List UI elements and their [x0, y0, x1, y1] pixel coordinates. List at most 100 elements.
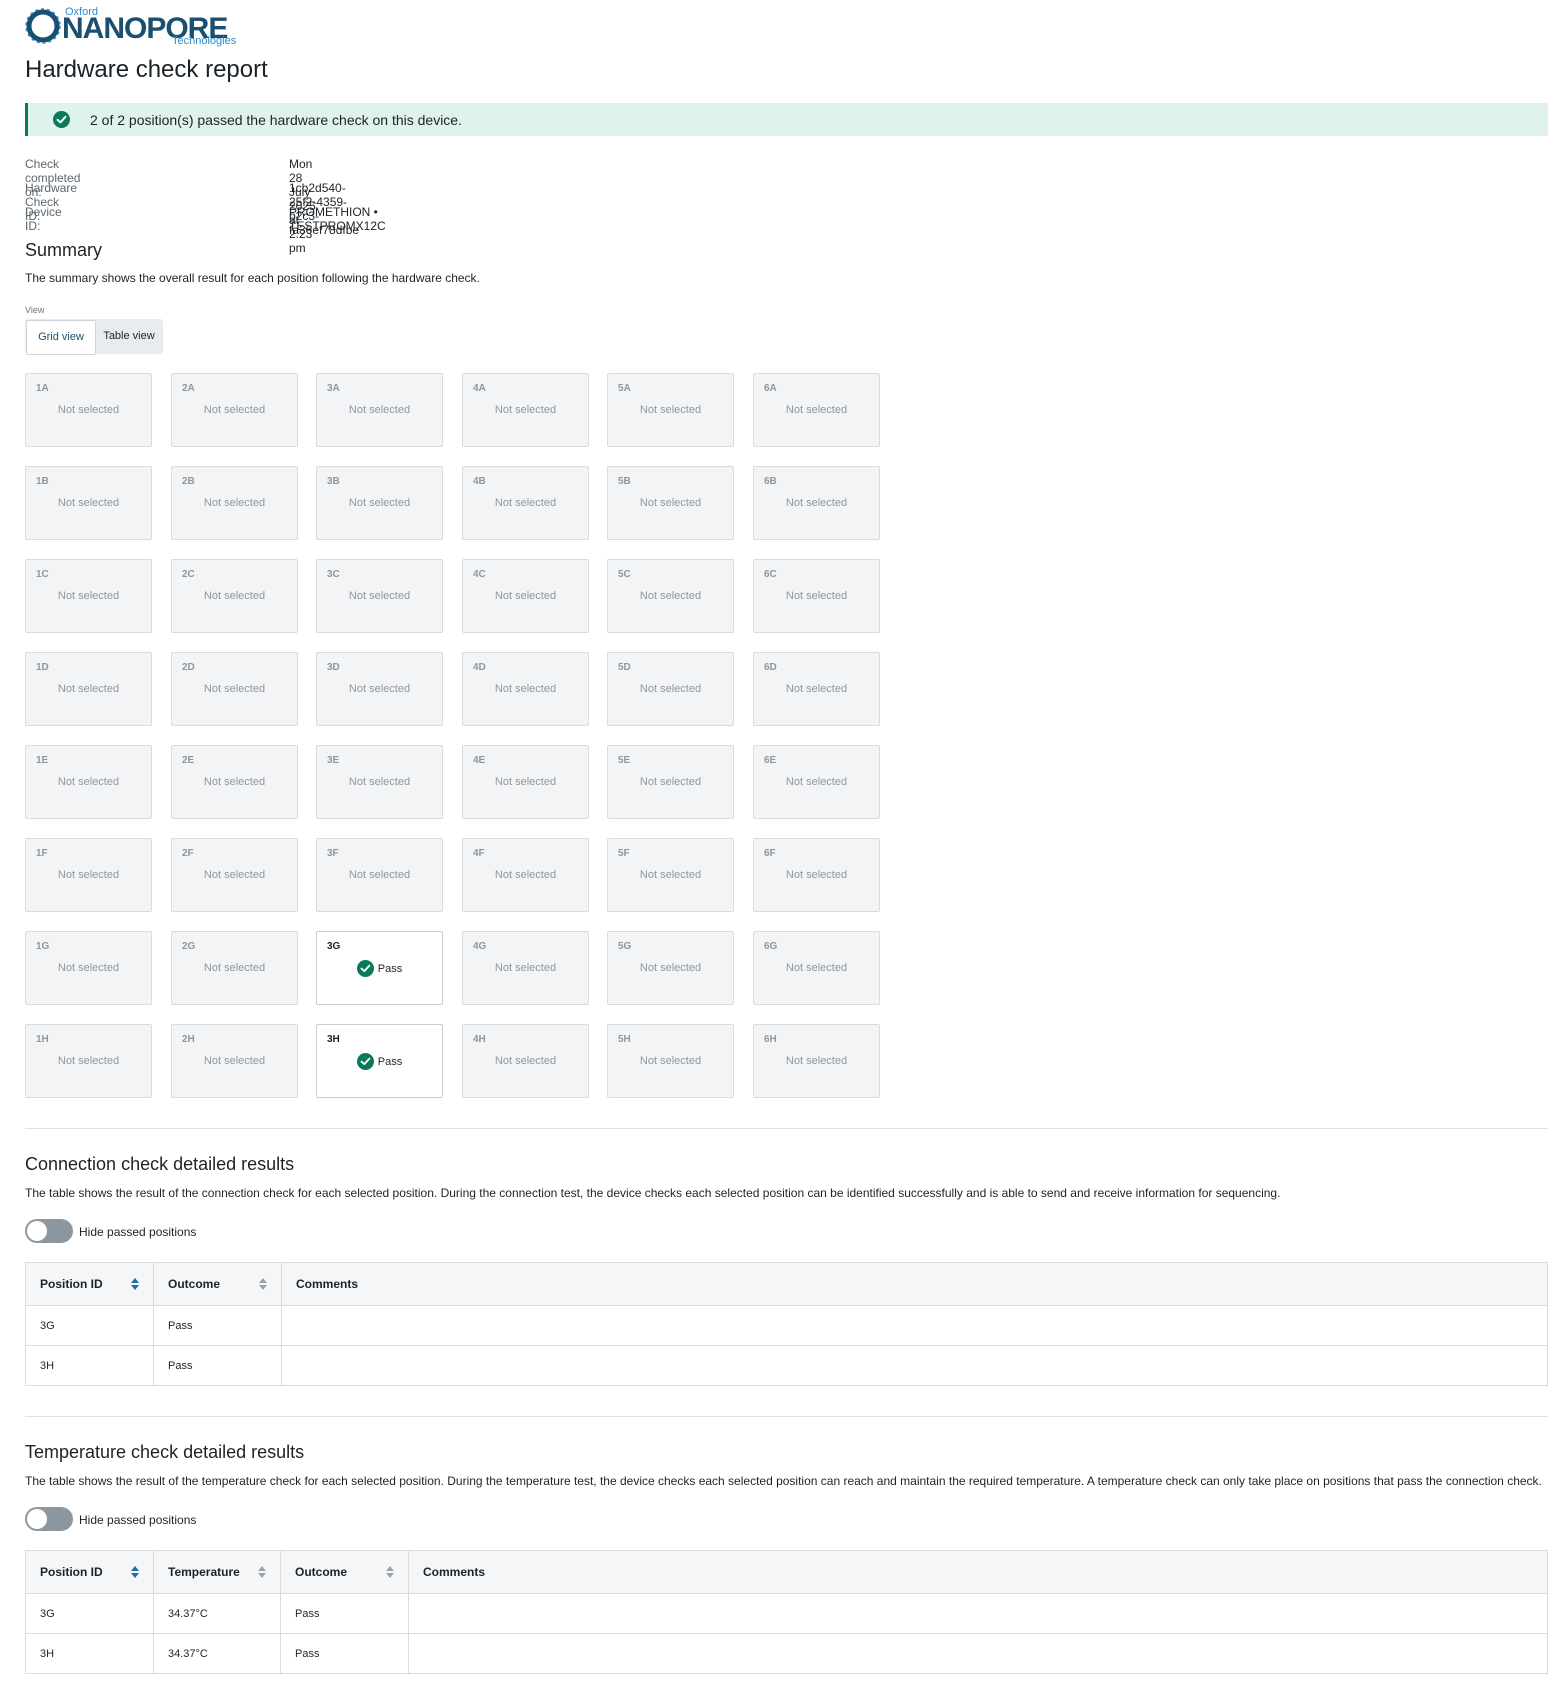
position-cell-2g[interactable]: 2G Not selected	[171, 931, 298, 1005]
position-cell-4g[interactable]: 4G Not selected	[462, 931, 589, 1005]
table-view-button[interactable]: Table view	[97, 319, 161, 354]
position-cell-4h[interactable]: 4H Not selected	[462, 1024, 589, 1098]
header-label: Position ID	[40, 1277, 103, 1291]
position-cell-2d[interactable]: 2D Not selected	[171, 652, 298, 726]
check-circle-icon	[356, 1053, 374, 1070]
position-cell-6a[interactable]: 6A Not selected	[753, 373, 880, 447]
temperature-description: The table shows the result of the temper…	[25, 1474, 1542, 1488]
position-cell-2e[interactable]: 2E Not selected	[171, 745, 298, 819]
position-cell-4e[interactable]: 4E Not selected	[462, 745, 589, 819]
column-header-outcome[interactable]: Outcome	[280, 1550, 409, 1594]
position-cell-1h[interactable]: 1H Not selected	[25, 1024, 152, 1098]
position-cell-2f[interactable]: 2F Not selected	[171, 838, 298, 912]
position-cell-1b[interactable]: 1B Not selected	[25, 466, 152, 540]
status-label: Not selected	[639, 869, 702, 881]
cell-temperature: 34.37°C	[153, 1593, 281, 1634]
position-cell-5h[interactable]: 5H Not selected	[607, 1024, 734, 1098]
position-cell-3g[interactable]: 3G Pass	[316, 931, 443, 1005]
status-label: Not selected	[348, 869, 411, 881]
sort-icon[interactable]	[259, 1278, 267, 1290]
position-cell-6d[interactable]: 6D Not selected	[753, 652, 880, 726]
position-cell-6c[interactable]: 6C Not selected	[753, 559, 880, 633]
position-cell-3c[interactable]: 3C Not selected	[316, 559, 443, 633]
position-cell-3e[interactable]: 3E Not selected	[316, 745, 443, 819]
position-id-label: 2H	[182, 1034, 195, 1045]
sort-icon[interactable]	[131, 1278, 139, 1290]
position-id-label: 1B	[36, 476, 49, 487]
grid-view-button[interactable]: Grid view	[26, 320, 96, 355]
position-cell-4a[interactable]: 4A Not selected	[462, 373, 589, 447]
hide-passed-label: Hide passed positions	[79, 1513, 197, 1527]
logo-technologies-text: Technologies	[172, 35, 237, 47]
position-cell-6h[interactable]: 6H Not selected	[753, 1024, 880, 1098]
table-row: 3G 34.37°C Pass	[25, 1593, 1548, 1634]
position-cell-5b[interactable]: 5B Not selected	[607, 466, 734, 540]
position-cell-1a[interactable]: 1A Not selected	[25, 373, 152, 447]
position-cell-1d[interactable]: 1D Not selected	[25, 652, 152, 726]
position-cell-3d[interactable]: 3D Not selected	[316, 652, 443, 726]
position-cell-3h[interactable]: 3H Pass	[316, 1024, 443, 1098]
position-cell-5a[interactable]: 5A Not selected	[607, 373, 734, 447]
position-cell-2c[interactable]: 2C Not selected	[171, 559, 298, 633]
hide-passed-toggle[interactable]	[25, 1507, 73, 1531]
sort-icon[interactable]	[258, 1566, 266, 1578]
position-cell-1f[interactable]: 1F Not selected	[25, 838, 152, 912]
position-cell-6e[interactable]: 6E Not selected	[753, 745, 880, 819]
sort-icon[interactable]	[131, 1566, 139, 1578]
position-cell-1g[interactable]: 1G Not selected	[25, 931, 152, 1005]
status-label: Not selected	[639, 683, 702, 695]
position-id-label: 1F	[36, 848, 48, 859]
toggle-knob	[27, 1221, 47, 1241]
column-header-position-id[interactable]: Position ID	[25, 1550, 154, 1594]
position-cell-4c[interactable]: 4C Not selected	[462, 559, 589, 633]
position-cell-6g[interactable]: 6G Not selected	[753, 931, 880, 1005]
column-header-temperature[interactable]: Temperature	[153, 1550, 281, 1594]
status-label: Not selected	[57, 1055, 120, 1067]
position-id-label: 4B	[473, 476, 486, 487]
position-cell-3a[interactable]: 3A Not selected	[316, 373, 443, 447]
position-cell-3b[interactable]: 3B Not selected	[316, 466, 443, 540]
column-header-comments: Comments	[408, 1550, 1548, 1594]
status-label: Not selected	[203, 590, 266, 602]
meta-value: PROMETHION • TESTPROMX12C	[289, 205, 386, 233]
position-cell-1e[interactable]: 1E Not selected	[25, 745, 152, 819]
position-cell-6f[interactable]: 6F Not selected	[753, 838, 880, 912]
banner-text: 2 of 2 position(s) passed the hardware c…	[90, 112, 462, 128]
cell-position-id: 3G	[25, 1593, 154, 1634]
status-label: Pass	[377, 962, 403, 975]
position-cell-4d[interactable]: 4D Not selected	[462, 652, 589, 726]
header-label: Position ID	[40, 1565, 103, 1579]
status-label: Not selected	[639, 1055, 702, 1067]
status-label: Not selected	[57, 869, 120, 881]
position-cell-5c[interactable]: 5C Not selected	[607, 559, 734, 633]
sort-icon[interactable]	[386, 1566, 394, 1578]
position-cell-5e[interactable]: 5E Not selected	[607, 745, 734, 819]
column-header-outcome[interactable]: Outcome	[153, 1262, 282, 1306]
cell-comments	[408, 1593, 1548, 1634]
position-cell-5d[interactable]: 5D Not selected	[607, 652, 734, 726]
position-cell-3f[interactable]: 3F Not selected	[316, 838, 443, 912]
status-label: Not selected	[57, 497, 120, 509]
position-cell-4b[interactable]: 4B Not selected	[462, 466, 589, 540]
position-id-label: 6C	[764, 569, 777, 580]
cell-outcome: Pass	[153, 1345, 282, 1386]
position-cell-2a[interactable]: 2A Not selected	[171, 373, 298, 447]
column-header-position-id[interactable]: Position ID	[25, 1262, 154, 1306]
cell-comments	[408, 1633, 1548, 1674]
position-cell-6b[interactable]: 6B Not selected	[753, 466, 880, 540]
hide-passed-toggle[interactable]	[25, 1219, 73, 1243]
position-id-label: 6D	[764, 662, 777, 673]
position-cell-2h[interactable]: 2H Not selected	[171, 1024, 298, 1098]
position-cell-4f[interactable]: 4F Not selected	[462, 838, 589, 912]
position-cell-5g[interactable]: 5G Not selected	[607, 931, 734, 1005]
column-header-comments: Comments	[281, 1262, 1548, 1306]
position-id-label: 2B	[182, 476, 195, 487]
status-label: Not selected	[639, 776, 702, 788]
check-circle-icon	[356, 960, 374, 977]
status-label: Not selected	[203, 683, 266, 695]
position-cell-1c[interactable]: 1C Not selected	[25, 559, 152, 633]
position-cell-5f[interactable]: 5F Not selected	[607, 838, 734, 912]
position-id-label: 4E	[473, 755, 486, 766]
status-label: Not selected	[785, 1055, 848, 1067]
position-cell-2b[interactable]: 2B Not selected	[171, 466, 298, 540]
